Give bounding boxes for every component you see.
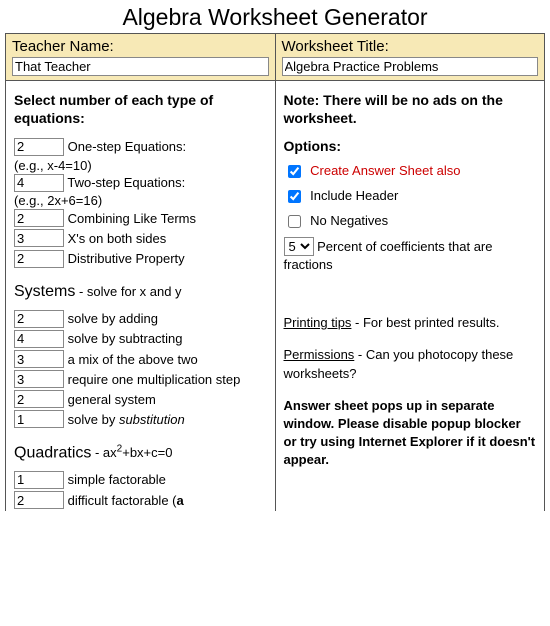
quad-difficult-label: difficult factorable (a — [68, 493, 184, 508]
percent-fractions-label: Percent of coefficients that are fractio… — [284, 239, 493, 272]
page-title: Algebra Worksheet Generator — [0, 0, 550, 33]
percent-fractions-select[interactable]: 5 — [284, 237, 314, 256]
main-layout: Teacher Name: Worksheet Title: Select nu… — [5, 33, 545, 511]
xs-both-sides-count[interactable] — [14, 229, 64, 247]
popup-note: Answer sheet pops up in separate window.… — [284, 397, 537, 470]
one-step-label: One-step Equations: — [68, 139, 187, 154]
xs-both-sides-label: X's on both sides — [68, 231, 167, 246]
sys-subst-label: solve by substitution — [68, 412, 185, 427]
equations-heading: Select number of each type of equations: — [14, 91, 267, 127]
combining-label: Combining Like Terms — [68, 211, 196, 226]
include-header-label: Include Header — [310, 188, 398, 203]
sys-general-label: general system — [68, 392, 156, 407]
quad-simple-count[interactable] — [14, 471, 64, 489]
two-step-example: (e.g., 2x+6=16) — [14, 193, 267, 209]
one-step-count[interactable] — [14, 138, 64, 156]
teacher-name-cell: Teacher Name: — [6, 34, 276, 81]
create-answer-sheet-label: Create Answer Sheet also — [310, 163, 460, 178]
worksheet-title-input[interactable] — [282, 57, 539, 76]
include-header-checkbox[interactable] — [288, 190, 301, 203]
combining-count[interactable] — [14, 209, 64, 227]
two-step-count[interactable] — [14, 174, 64, 192]
printing-tips-link[interactable]: Printing tips — [284, 315, 352, 330]
quad-simple-label: simple factorable — [68, 472, 166, 487]
right-panel: Note: There will be no ads on the worksh… — [275, 81, 545, 511]
sys-sub-count[interactable] — [14, 330, 64, 348]
note-text: Note: There will be no ads on the worksh… — [284, 91, 537, 127]
sys-general-count[interactable] — [14, 390, 64, 408]
quadratics-heading: Quadratics - ax2+bx+c=0 — [14, 444, 267, 462]
sys-mix-label: a mix of the above two — [68, 352, 198, 367]
sys-mult-label: require one multiplication step — [68, 372, 241, 387]
no-negatives-label: No Negatives — [310, 213, 388, 228]
two-step-label: Two-step Equations: — [67, 175, 185, 190]
create-answer-sheet-checkbox[interactable] — [288, 165, 301, 178]
one-step-example: (e.g., x-4=10) — [14, 158, 267, 174]
sys-add-count[interactable] — [14, 310, 64, 328]
sys-mult-count[interactable] — [14, 370, 64, 388]
distributive-label: Distributive Property — [68, 251, 185, 266]
permissions-link[interactable]: Permissions — [284, 347, 355, 362]
sys-subst-count[interactable] — [14, 410, 64, 428]
printing-tips-text: - For best printed results. — [351, 315, 499, 330]
worksheet-title-cell: Worksheet Title: — [275, 34, 545, 81]
sys-add-label: solve by adding — [68, 311, 158, 326]
distributive-count[interactable] — [14, 250, 64, 268]
quad-difficult-count[interactable] — [14, 491, 64, 509]
systems-heading: Systems - solve for x and y — [14, 283, 267, 301]
worksheet-title-label: Worksheet Title: — [282, 38, 539, 55]
left-panel: Select number of each type of equations:… — [6, 81, 276, 511]
teacher-name-label: Teacher Name: — [12, 38, 269, 55]
sys-sub-label: solve by subtracting — [68, 331, 183, 346]
teacher-name-input[interactable] — [12, 57, 269, 76]
no-negatives-checkbox[interactable] — [288, 215, 301, 228]
options-heading: Options: — [284, 137, 537, 155]
sys-mix-count[interactable] — [14, 350, 64, 368]
